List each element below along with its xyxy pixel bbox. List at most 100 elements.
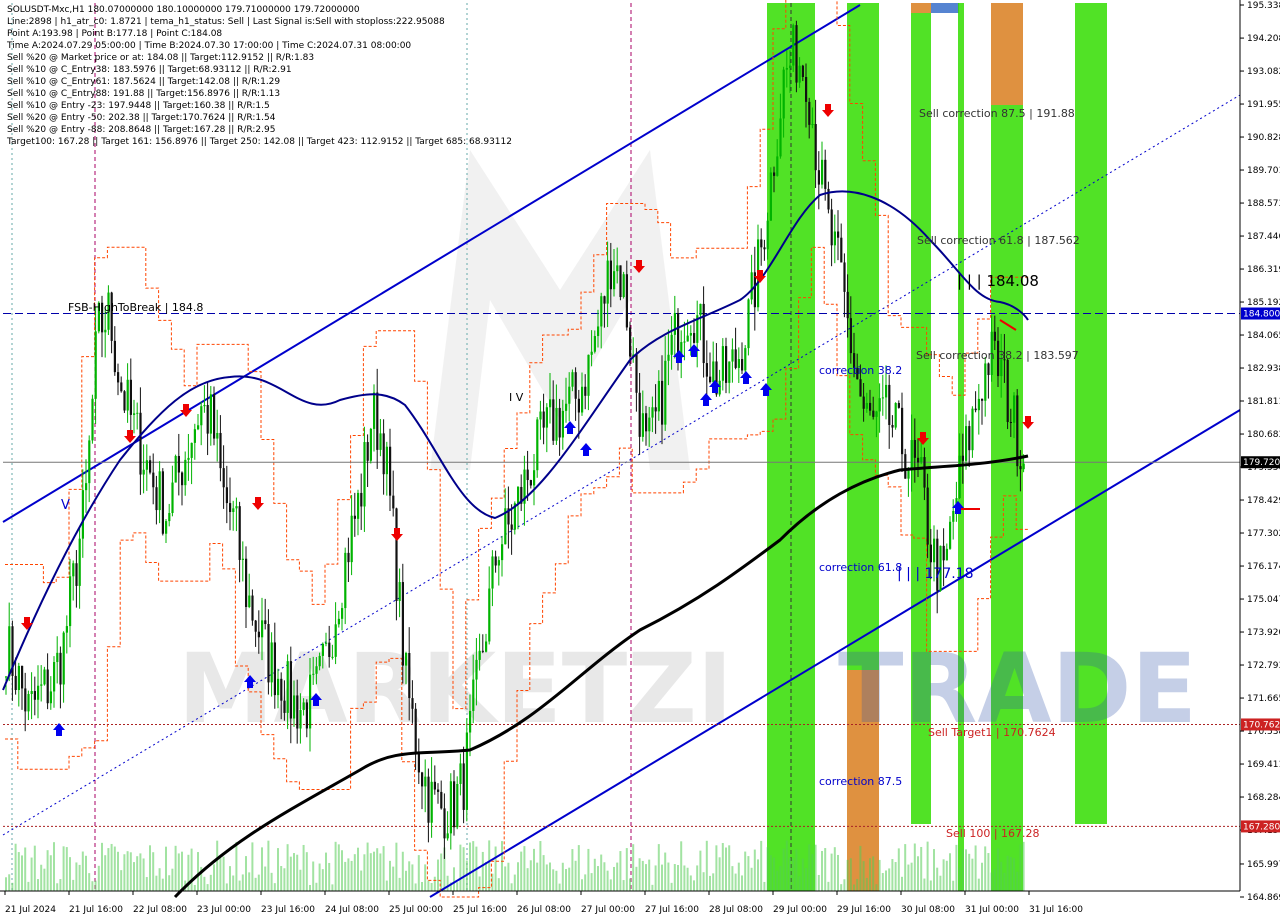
candle-body bbox=[613, 271, 616, 290]
candle-body bbox=[149, 460, 152, 473]
volume-bar bbox=[24, 847, 27, 891]
candle-body bbox=[974, 408, 977, 411]
candle-body bbox=[670, 334, 673, 355]
candle-body bbox=[1019, 466, 1022, 470]
candle-body bbox=[782, 69, 785, 119]
volume-bar bbox=[965, 849, 967, 891]
volume-bar bbox=[590, 873, 593, 891]
volume-bar bbox=[101, 842, 103, 891]
info-line: Sell %10 @ C_Entry88: 191.88 || Target:1… bbox=[7, 89, 280, 99]
volume-bar bbox=[552, 869, 555, 891]
candle-body bbox=[113, 340, 116, 373]
volume-bar bbox=[405, 870, 407, 891]
candle-body bbox=[273, 642, 276, 696]
volume-bar bbox=[606, 870, 609, 891]
volume-bar bbox=[798, 876, 801, 891]
volume-bar bbox=[27, 881, 30, 891]
candle-body bbox=[744, 348, 747, 371]
volume-bar bbox=[1016, 871, 1019, 891]
price-tick-label: 185.192 bbox=[1247, 298, 1280, 308]
volume-bar bbox=[193, 884, 196, 891]
volume-bar bbox=[65, 847, 68, 891]
time-tick-label: 23 Jul 16:00 bbox=[261, 905, 315, 915]
volume-bar bbox=[453, 867, 455, 891]
candle-body bbox=[475, 659, 478, 680]
volume-bar bbox=[328, 862, 331, 891]
candle-body bbox=[241, 558, 244, 560]
candle-body bbox=[251, 595, 254, 621]
volume-bar bbox=[424, 864, 427, 891]
volume-bar bbox=[728, 845, 731, 891]
volume-bar bbox=[731, 866, 734, 891]
volume-bar bbox=[699, 850, 702, 891]
sell-target1-label: Sell Target1 | 170.7624 bbox=[928, 726, 1056, 739]
candle-body bbox=[795, 25, 798, 83]
candle-body bbox=[401, 582, 404, 666]
candle-body bbox=[529, 480, 532, 486]
volume-bar bbox=[926, 841, 929, 891]
candle-body bbox=[878, 398, 881, 412]
volume-bar bbox=[219, 858, 222, 891]
volume-bar bbox=[299, 869, 302, 891]
candle-body bbox=[936, 538, 939, 591]
candle-body bbox=[798, 65, 801, 83]
volume-bar bbox=[481, 851, 484, 891]
candle-body bbox=[894, 403, 897, 428]
volume-bar bbox=[302, 844, 305, 891]
candle-body bbox=[926, 487, 929, 545]
volume-bar bbox=[325, 852, 327, 891]
volume-bar bbox=[152, 852, 155, 891]
candle-body bbox=[187, 457, 190, 460]
volume-bar bbox=[11, 882, 14, 891]
volume-bar bbox=[760, 840, 763, 891]
candle-body bbox=[261, 620, 264, 638]
volume-bar bbox=[363, 854, 366, 891]
candle-body bbox=[961, 455, 964, 461]
volume-bar bbox=[507, 862, 510, 891]
correction-875-label: correction 87.5 bbox=[819, 775, 902, 788]
candle-body bbox=[904, 454, 907, 479]
volume-bar bbox=[110, 843, 113, 891]
volume-bar bbox=[158, 868, 161, 891]
time-tick-label: 31 Jul 16:00 bbox=[1029, 905, 1083, 915]
volume-bar bbox=[494, 846, 497, 891]
candle-body bbox=[1006, 359, 1009, 423]
volume-bar bbox=[104, 855, 107, 891]
volume-bar bbox=[197, 852, 199, 891]
candle-body bbox=[923, 457, 926, 488]
volume-bar bbox=[955, 844, 958, 891]
volume-bar bbox=[222, 856, 225, 891]
candle-body bbox=[222, 468, 225, 488]
volume-bar bbox=[993, 869, 996, 891]
candle-body bbox=[129, 379, 132, 415]
candle-body bbox=[62, 632, 65, 685]
candle-body bbox=[840, 237, 843, 263]
volume-bar bbox=[232, 875, 235, 891]
candle-body bbox=[590, 351, 593, 355]
volume-bar bbox=[904, 844, 907, 891]
volume-bar bbox=[856, 878, 859, 891]
price-chart[interactable]: MARKETZI TRADE FSB-HighToBreak | 184.8 S… bbox=[0, 0, 1280, 920]
candle-body bbox=[494, 556, 497, 566]
sell-correction-382-label: Sell correction 38.2 | 183.597 bbox=[916, 349, 1079, 362]
candle-body bbox=[184, 459, 187, 486]
candle-body bbox=[741, 359, 744, 371]
candle-body bbox=[139, 412, 142, 475]
price-tick-label: 176.174 bbox=[1247, 562, 1280, 572]
candle-body bbox=[600, 296, 603, 327]
candle-body bbox=[21, 665, 24, 689]
fsb-price-tag: 184.800 bbox=[1243, 310, 1280, 320]
candle-body bbox=[328, 642, 331, 657]
volume-bar bbox=[984, 846, 987, 891]
volume-bar bbox=[545, 864, 548, 891]
candle-body bbox=[174, 455, 177, 483]
info-panel: SOLUSDT-Mxc,H1 180.07000000 180.10000000… bbox=[6, 5, 512, 147]
candle-body bbox=[24, 688, 27, 712]
candle-body bbox=[673, 312, 676, 335]
volume-bar bbox=[885, 870, 887, 891]
volume-bar bbox=[78, 864, 81, 891]
candle-body bbox=[305, 702, 308, 729]
volume-bar bbox=[245, 856, 247, 891]
candle-body bbox=[510, 524, 513, 530]
volume-bar bbox=[504, 866, 507, 891]
